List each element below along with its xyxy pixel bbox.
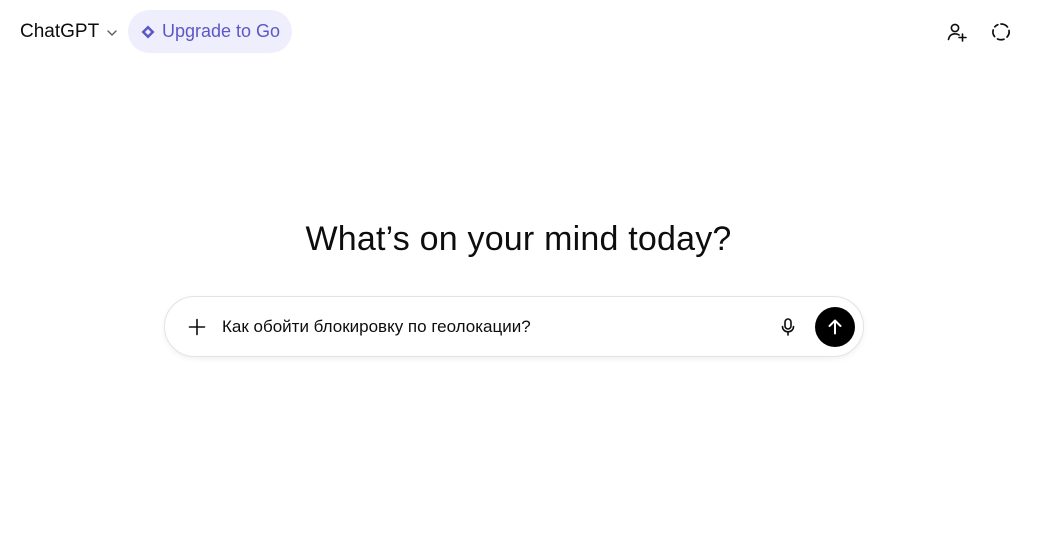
prompt-input[interactable]: [222, 315, 762, 339]
top-bar: ChatGPT Upgrade to Go: [0, 0, 1037, 64]
page-title: What’s on your mind today?: [305, 220, 732, 258]
attach-button[interactable]: [181, 311, 213, 343]
model-name: ChatGPT: [20, 21, 100, 42]
microphone-icon: [778, 317, 798, 337]
send-button[interactable]: [815, 307, 855, 347]
voice-input-button[interactable]: [772, 311, 804, 343]
prompt-composer: [164, 296, 864, 357]
upgrade-button[interactable]: Upgrade to Go: [128, 10, 292, 53]
plus-icon: [187, 317, 207, 337]
add-people-button[interactable]: [939, 14, 975, 50]
chevron-down-icon: [105, 26, 119, 40]
chat-page: ChatGPT Upgrade to Go What’s on your min…: [0, 0, 1037, 536]
add-person-icon: [946, 21, 968, 43]
upgrade-label: Upgrade to Go: [161, 21, 281, 41]
diamond-icon: [140, 24, 156, 40]
dashed-circle-icon: [990, 21, 1012, 43]
temporary-chat-button[interactable]: [983, 14, 1019, 50]
arrow-up-icon: [825, 317, 845, 337]
model-switcher-button[interactable]: ChatGPT: [12, 13, 127, 51]
